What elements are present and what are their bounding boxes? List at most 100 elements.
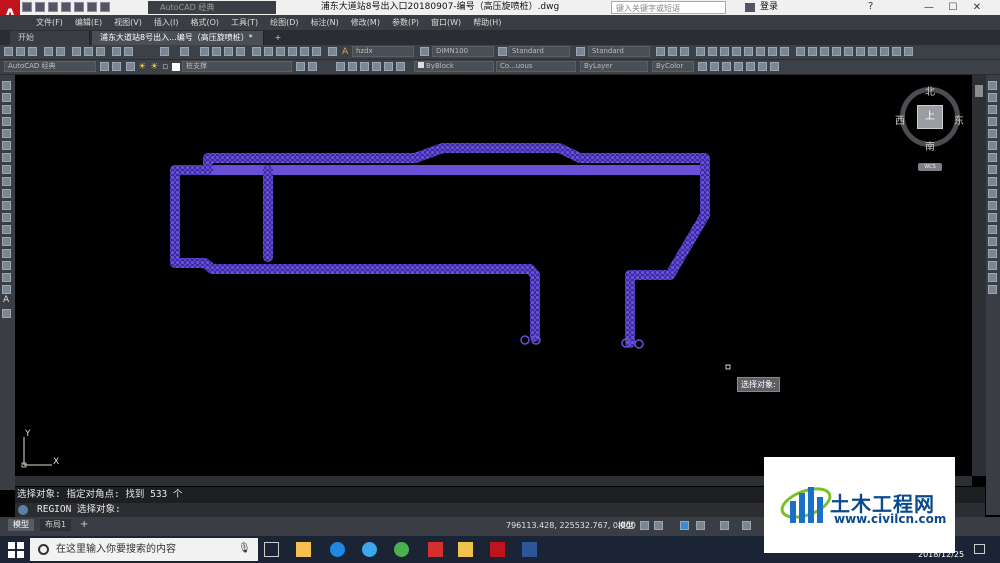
wcs-menu[interactable]: WCS bbox=[918, 163, 942, 171]
add-layout-icon[interactable]: + bbox=[80, 519, 88, 530]
toolbar-misc-10-icon[interactable] bbox=[768, 47, 777, 56]
notification-icon[interactable] bbox=[974, 544, 985, 554]
tab-drawing[interactable]: 浦东大道站8号出入...编号（高压旋喷桩）* bbox=[92, 31, 264, 45]
toolbar-misc-19-icon[interactable] bbox=[880, 47, 889, 56]
maximize-button[interactable]: ☐ bbox=[942, 0, 964, 15]
task-view-icon[interactable] bbox=[264, 542, 279, 557]
osnap-icon[interactable] bbox=[720, 521, 729, 530]
insert-block-icon[interactable] bbox=[2, 213, 11, 222]
scale-icon[interactable] bbox=[988, 165, 997, 174]
toolbar-copy-icon[interactable] bbox=[84, 47, 93, 56]
props-tool-5-icon[interactable] bbox=[746, 62, 755, 71]
minimize-button[interactable]: — bbox=[918, 0, 940, 15]
toolbar-misc-16-icon[interactable] bbox=[844, 47, 853, 56]
trim-icon[interactable] bbox=[988, 189, 997, 198]
mirror-icon[interactable] bbox=[988, 105, 997, 114]
toolbar-preview-icon[interactable] bbox=[56, 47, 65, 56]
layer-state-icon[interactable] bbox=[126, 62, 135, 71]
layer-tool-1-icon[interactable] bbox=[336, 62, 345, 71]
layer-select[interactable]: 桩支撑 bbox=[182, 61, 292, 72]
toolbar-misc-8-icon[interactable] bbox=[744, 47, 753, 56]
model-space-button[interactable]: 模型 bbox=[618, 520, 634, 531]
toolbar-calc-icon[interactable] bbox=[312, 47, 321, 56]
extend-icon[interactable] bbox=[988, 201, 997, 210]
offset-icon[interactable] bbox=[988, 117, 997, 126]
blend-icon[interactable] bbox=[988, 273, 997, 282]
toolbar-matchprop-icon[interactable] bbox=[112, 47, 121, 56]
command-customize-icon[interactable] bbox=[18, 505, 28, 515]
menu-dimension[interactable]: 标注(N) bbox=[305, 15, 345, 30]
help-search-input[interactable]: 键入关键字或短语 bbox=[611, 1, 726, 14]
store-icon[interactable] bbox=[296, 542, 311, 557]
mtext-icon[interactable]: A bbox=[3, 295, 9, 305]
make-block-icon[interactable] bbox=[2, 225, 11, 234]
table-style-select[interactable]: Standard bbox=[508, 46, 570, 57]
taskbar-search-input[interactable]: 在这里输入你要搜索的内容 bbox=[30, 538, 258, 561]
toolbar-misc-21-icon[interactable] bbox=[904, 47, 913, 56]
rotate-icon[interactable] bbox=[988, 153, 997, 162]
user-icon[interactable] bbox=[745, 3, 755, 12]
rectangle-icon[interactable] bbox=[2, 129, 11, 138]
toolbar-zoom-window-icon[interactable] bbox=[224, 47, 233, 56]
menu-edit[interactable]: 编辑(E) bbox=[69, 15, 108, 30]
toolbar-misc-11-icon[interactable] bbox=[780, 47, 789, 56]
polygon-icon[interactable] bbox=[2, 117, 11, 126]
toolbar-misc-2-icon[interactable] bbox=[668, 47, 677, 56]
viewcube-east[interactable]: 东 bbox=[954, 112, 964, 127]
menu-view[interactable]: 视图(V) bbox=[108, 15, 148, 30]
viewcube-west[interactable]: 西 bbox=[895, 112, 905, 127]
props-tool-2-icon[interactable] bbox=[710, 62, 719, 71]
polar-icon[interactable] bbox=[696, 521, 705, 530]
toolbar-open-icon[interactable] bbox=[16, 47, 25, 56]
open-icon[interactable] bbox=[35, 2, 45, 12]
viewcube-top-face[interactable]: 上 bbox=[917, 105, 943, 129]
props-tool-6-icon[interactable] bbox=[758, 62, 767, 71]
text-style-select[interactable]: hzdx bbox=[352, 46, 414, 57]
hatch-icon[interactable] bbox=[2, 249, 11, 258]
linetype-select[interactable]: Co...uous bbox=[496, 61, 576, 72]
stretch-icon[interactable] bbox=[988, 177, 997, 186]
erase-icon[interactable] bbox=[988, 81, 997, 90]
otrack-icon[interactable] bbox=[742, 521, 751, 530]
toolbar-misc-17-icon[interactable] bbox=[856, 47, 865, 56]
construction-line-icon[interactable] bbox=[2, 93, 11, 102]
menu-parametric[interactable]: 参数(P) bbox=[386, 15, 425, 30]
menu-window[interactable]: 窗口(W) bbox=[425, 15, 467, 30]
make-current-icon[interactable] bbox=[296, 62, 305, 71]
file-explorer-icon[interactable] bbox=[458, 542, 473, 557]
join-icon[interactable] bbox=[988, 237, 997, 246]
toolbar-misc-14-icon[interactable] bbox=[820, 47, 829, 56]
mleader-style-select[interactable]: Standard bbox=[588, 46, 650, 57]
layer-on-icon[interactable]: ☀ bbox=[138, 62, 146, 72]
workspace-settings-icon[interactable] bbox=[100, 62, 109, 71]
line-icon[interactable] bbox=[2, 81, 11, 90]
menu-format[interactable]: 格式(O) bbox=[184, 15, 225, 30]
fillet-icon[interactable] bbox=[988, 261, 997, 270]
toolbar-design-center-icon[interactable] bbox=[264, 47, 273, 56]
toolbar-pan-icon[interactable] bbox=[200, 47, 209, 56]
browser-360-icon[interactable] bbox=[394, 542, 409, 557]
layer-manager-icon[interactable] bbox=[112, 62, 121, 71]
ortho-icon[interactable] bbox=[680, 521, 689, 530]
layer-lock-icon[interactable]: ▫ bbox=[162, 62, 168, 72]
tab-model[interactable]: 模型 bbox=[8, 519, 34, 531]
toolbar-misc-18-icon[interactable] bbox=[868, 47, 877, 56]
pdf-icon[interactable] bbox=[428, 542, 443, 557]
viewcube-south[interactable]: 南 bbox=[925, 138, 935, 153]
toolbar-misc-4-icon[interactable] bbox=[696, 47, 705, 56]
ellipse-arc-icon[interactable] bbox=[2, 201, 11, 210]
circle-icon[interactable] bbox=[2, 153, 11, 162]
toolbar-misc-5-icon[interactable] bbox=[708, 47, 717, 56]
toolbar-misc-15-icon[interactable] bbox=[832, 47, 841, 56]
props-tool-3-icon[interactable] bbox=[722, 62, 731, 71]
toolbar-tool-palettes-icon[interactable] bbox=[276, 47, 285, 56]
add-selected-icon[interactable] bbox=[2, 309, 11, 318]
copy-icon[interactable] bbox=[988, 93, 997, 102]
toolbar-markup-icon[interactable] bbox=[300, 47, 309, 56]
props-tool-1-icon[interactable] bbox=[698, 62, 707, 71]
grid-icon[interactable] bbox=[640, 521, 649, 530]
break-point-icon[interactable] bbox=[988, 213, 997, 222]
microphone-icon[interactable]: 🎙 bbox=[238, 543, 251, 554]
layer-tool-3-icon[interactable] bbox=[360, 62, 369, 71]
dim-style-select[interactable]: DIMN100 bbox=[432, 46, 494, 57]
